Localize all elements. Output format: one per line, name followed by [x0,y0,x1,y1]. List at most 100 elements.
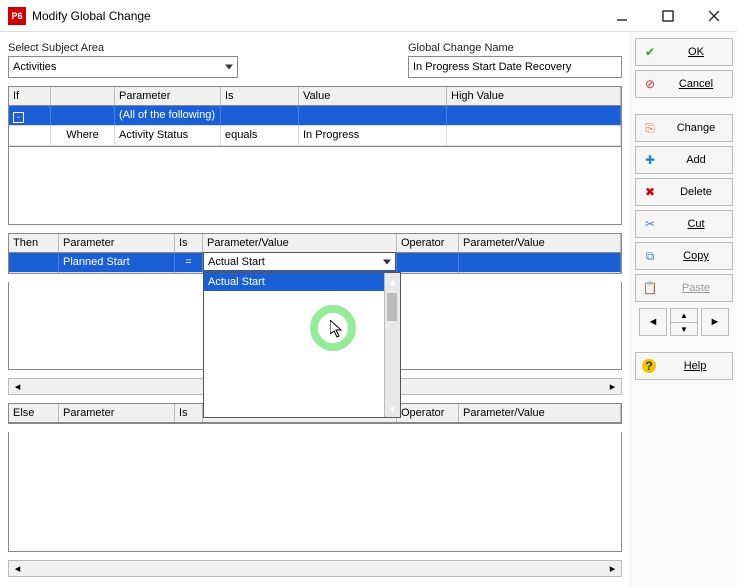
else-grid-hscrollbar[interactable]: ◂ ▸ [8,560,622,577]
col-else: Else [9,404,59,422]
ok-button[interactable]: ✔ OK [635,38,733,66]
add-button[interactable]: ✚ Add [635,146,733,174]
scroll-right-icon[interactable]: ▸ [604,380,621,393]
cut-button[interactable]: ✂ Cut [635,210,733,238]
window-title: Modify Global Change [32,9,599,23]
global-change-name-value: In Progress Start Date Recovery [413,61,571,73]
paste-icon: 📋 [642,281,658,295]
cell-operator[interactable] [397,253,459,273]
if-row[interactable]: - (All of the following) [9,106,621,126]
cell-parameter[interactable]: (All of the following) [115,106,221,126]
scroll-right-icon[interactable]: ▸ [604,562,621,575]
cell-is[interactable] [221,106,299,126]
paste-label: Paste [666,282,726,294]
cell-parameter[interactable]: Activity Status [115,126,221,146]
prohibit-icon: ⊘ [642,77,658,91]
col-is: Is [175,234,203,252]
help-icon: ? [642,359,656,373]
cell-parameter-value[interactable]: Actual Start Actual StartActual This Per… [203,253,397,273]
change-icon: ⎘ [642,121,658,136]
parameter-value-dropdown-list[interactable]: Actual StartActual This Period Labor Cos… [203,272,401,418]
parameter-value-selected: Actual Start [208,256,265,268]
cell-value[interactable]: In Progress [299,126,447,146]
col-parameter-value-2: Parameter/Value [459,404,621,422]
if-grid-header: If Parameter Is Value High Value [9,87,621,106]
dropdown-scrollbar[interactable]: ▴ ▾ [384,273,400,417]
dropdown-item[interactable]: Actual Start [204,273,384,291]
nav-down-button[interactable]: ▼ [670,322,698,336]
scroll-thumb[interactable] [387,293,397,321]
minimize-button[interactable] [599,1,645,31]
dropdown-item[interactable]: Actual This Period Labor Units [204,309,384,327]
col-where [51,87,115,105]
if-grid-empty [8,147,622,225]
col-is: Is [221,87,299,105]
then-grid[interactable]: Then Parameter Is Parameter/Value Operat… [8,233,622,274]
cell-where[interactable]: Where [51,126,115,146]
then-row[interactable]: Planned Start = Actual Start Actual Star… [9,253,621,273]
dropdown-item[interactable]: Actual Total Cost [204,381,384,399]
if-row[interactable]: Where Activity Status equals In Progress [9,126,621,146]
cell-blank [9,126,51,146]
scroll-up-icon[interactable]: ▴ [385,273,400,289]
cell-high-value[interactable] [447,106,621,126]
cell-is[interactable]: equals [221,126,299,146]
change-label: Change [666,122,726,134]
parameter-value-dropdown[interactable]: Actual Start [203,252,396,271]
cell-where[interactable] [51,106,115,126]
subject-area-value: Activities [13,61,56,73]
else-grid-empty [8,432,622,552]
global-change-name-input[interactable]: In Progress Start Date Recovery [408,56,622,78]
subject-area-select[interactable]: Activities [8,56,238,78]
dropdown-item[interactable]: Actual This Period Nonlabor Units [204,363,384,381]
up-icon: ▲ [680,311,688,320]
then-grid-header: Then Parameter Is Parameter/Value Operat… [9,234,621,253]
change-button[interactable]: ⎘ Change [635,114,733,142]
copy-label: Copy [666,250,726,262]
add-label: Add [666,154,726,166]
scroll-left-icon[interactable]: ◂ [9,380,26,393]
copy-icon: ⧉ [642,249,658,264]
dropdown-item[interactable]: Actual This Period Nonlabor Cost [204,345,384,363]
col-parameter: Parameter [59,234,175,252]
col-parameter-value-2: Parameter/Value [459,234,621,252]
nav-right-button[interactable]: ► [701,308,729,336]
delete-icon: ✖ [642,185,658,199]
app-icon: P6 [8,7,26,25]
scroll-down-icon[interactable]: ▾ [385,401,400,417]
dropdown-item[interactable]: Added Date [204,399,384,417]
subject-area-label: Select Subject Area [8,42,238,54]
maximize-button[interactable] [645,1,691,31]
nav-left-button[interactable]: ◄ [639,308,667,336]
scroll-left-icon[interactable]: ◂ [9,562,26,575]
cell-parameter[interactable]: Planned Start [59,253,175,273]
close-button[interactable] [691,1,737,31]
col-is: Is [175,404,203,422]
down-icon: ▼ [680,325,688,334]
copy-button[interactable]: ⧉ Copy [635,242,733,270]
right-icon: ► [710,316,721,328]
cancel-label: Cancel [666,78,726,90]
nav-up-button[interactable]: ▲ [670,308,698,322]
col-parameter: Parameter [115,87,221,105]
cell-value[interactable] [299,106,447,126]
ok-label: OK [666,46,726,58]
dropdown-item[interactable]: Actual This Period Labor Cost [204,291,384,309]
cell-then [9,253,59,273]
col-operator: Operator [397,404,459,422]
help-button[interactable]: ? Help [635,352,733,380]
expand-toggle[interactable]: - [9,106,51,126]
if-grid[interactable]: If Parameter Is Value High Value - (All … [8,86,622,147]
cancel-button[interactable]: ⊘ Cancel [635,70,733,98]
cell-is[interactable]: = [175,253,203,273]
dropdown-item[interactable]: Actual This Period Material Cost [204,327,384,345]
cell-parameter-value-2[interactable] [459,253,621,273]
cell-high-value[interactable] [447,126,621,146]
paste-button[interactable]: 📋 Paste [635,274,733,302]
col-then: Then [9,234,59,252]
global-change-name-label: Global Change Name [408,42,622,54]
col-high-value: High Value [447,87,621,105]
add-icon: ✚ [642,153,658,167]
delete-button[interactable]: ✖ Delete [635,178,733,206]
check-icon: ✔ [642,45,658,59]
